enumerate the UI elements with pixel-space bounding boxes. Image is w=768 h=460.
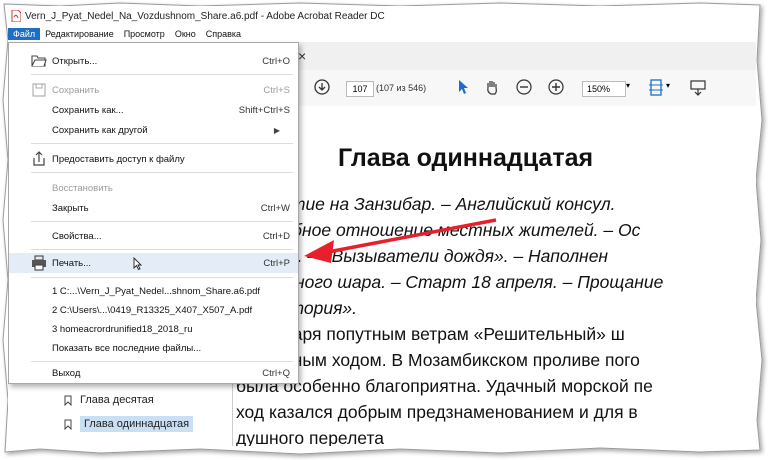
acrobat-window: Vern_J_Pyat_Nedel_Na_Vozdushnom_Share.a6… bbox=[8, 6, 756, 446]
annotation-arrow-icon bbox=[304, 218, 497, 263]
